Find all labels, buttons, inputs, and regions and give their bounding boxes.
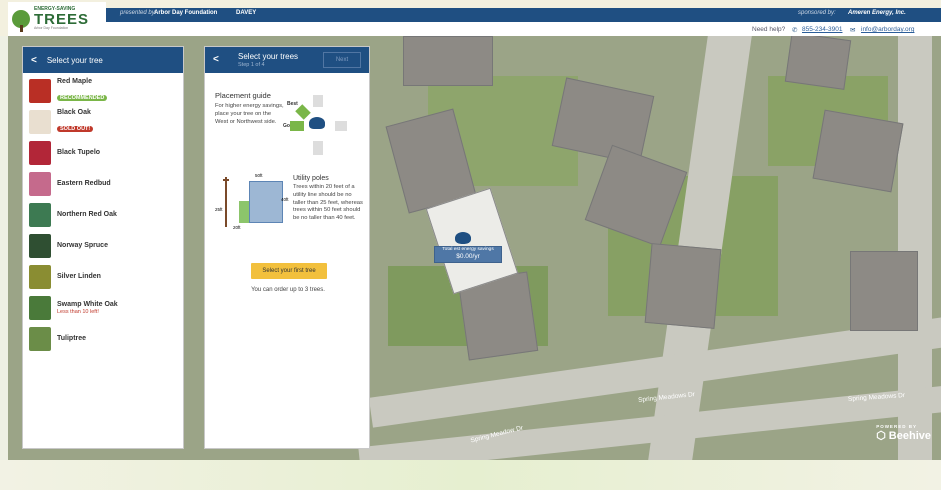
- arbor-day-link[interactable]: Arbor Day Foundation: [154, 10, 217, 16]
- tree-thumbnail: [29, 109, 51, 134]
- tree-thumbnail: [29, 295, 51, 320]
- large-tree-icon: [249, 181, 283, 223]
- tree-name: Swamp White Oak: [57, 300, 118, 308]
- beehive-brand[interactable]: POWERED BY ⬡ Beehive: [876, 424, 931, 442]
- tree-name: Norway Spruce: [57, 241, 108, 249]
- utility-diagram: 50ft 25ft 40ft 20ft: [215, 173, 289, 233]
- utility-text: Trees within 20 feet of a utility line s…: [293, 184, 363, 222]
- tree-item-tuliptree[interactable]: Tuliptree: [23, 323, 183, 354]
- tree-thumbnail: [29, 264, 51, 289]
- davey-link[interactable]: DAVEY: [236, 10, 256, 16]
- tree-name: Eastern Redbud: [57, 179, 111, 187]
- tree-logo-icon: [12, 10, 30, 32]
- tree-thumbnail: [29, 78, 51, 103]
- utility-pole-icon: [225, 177, 227, 227]
- best-label: Best: [287, 101, 298, 107]
- hexagon-icon: ⬡: [876, 430, 886, 442]
- tree-item-northern-red-oak[interactable]: Northern Red Oak: [23, 199, 183, 230]
- back-chevron-icon[interactable]: <: [213, 54, 219, 65]
- tree-item-black-tupelo[interactable]: Black Tupelo: [23, 137, 183, 168]
- tree-item-silver-linden[interactable]: Silver Linden: [23, 261, 183, 292]
- logo-title: TREES: [34, 11, 90, 29]
- savings-tooltip: Total est energy savings $0.00/yr: [434, 246, 502, 263]
- tree-thumbnail: [29, 171, 51, 196]
- help-bar: Need help? ✆ 855-234-3901 ✉ info@arborda…: [106, 22, 941, 36]
- dim-right: 40ft: [281, 197, 289, 202]
- phone-link[interactable]: 855-234-3901: [802, 26, 842, 33]
- presented-by-label: presented by:: [120, 10, 157, 16]
- tree-name: Tuliptree: [57, 334, 87, 342]
- panel-title: Select your tree: [46, 55, 103, 65]
- tree-name: Silver Linden: [57, 272, 101, 280]
- placement-compass: Best Good: [283, 93, 355, 161]
- tree-item-eastern-redbud[interactable]: Eastern Redbud: [23, 168, 183, 199]
- tree-item-norway-spruce[interactable]: Norway Spruce: [23, 230, 183, 261]
- tree-name: Black Oak: [57, 108, 91, 116]
- select-first-tree-button[interactable]: Select your first tree: [251, 263, 327, 279]
- email-link[interactable]: info@arborday.org: [861, 26, 914, 33]
- tree-thumbnail: [29, 233, 51, 258]
- arrow-east-icon: [335, 121, 347, 131]
- help-label: Need help?: [752, 26, 786, 33]
- utility-heading: Utility poles: [293, 175, 329, 182]
- step-indicator: Step 1 of 4: [238, 62, 265, 68]
- dim-top: 50ft: [255, 173, 263, 178]
- logo-tagline: Arbor Day Foundation: [34, 26, 69, 31]
- arrow-down-icon: [313, 141, 323, 155]
- tree-item-black-oak[interactable]: Black Oak SOLD OUT!: [23, 106, 183, 137]
- tree-thumbnail: [29, 202, 51, 227]
- email-icon: ✉: [850, 27, 856, 34]
- tree-thumbnail: [29, 326, 51, 351]
- partner-nav: presented by: Arbor Day Foundation DAVEY…: [106, 8, 941, 22]
- tree-name: Red Maple: [57, 77, 93, 85]
- tree-name: Northern Red Oak: [57, 210, 117, 218]
- selection-panel: < Select your trees Step 1 of 4 Next Pla…: [204, 46, 370, 449]
- footer-band: [0, 460, 941, 490]
- recommended-badge: RECOMMENDED: [57, 95, 108, 102]
- placement-heading: Placement guide: [215, 91, 271, 100]
- sold-out-badge: SOLD OUT!: [57, 126, 94, 133]
- tree-name: Black Tupelo: [57, 148, 101, 156]
- phone-icon: ✆: [792, 27, 798, 34]
- sponsored-by-label: sponsored by:: [798, 10, 836, 16]
- next-button[interactable]: Next: [323, 52, 361, 68]
- tree-marker-icon: [455, 232, 471, 244]
- order-limit-note: You can order up to 3 trees.: [251, 287, 325, 293]
- stock-warning: Less than 10 left!: [57, 309, 99, 316]
- tree-item-swamp-white-oak[interactable]: Swamp White Oak Less than 10 left!: [23, 292, 183, 323]
- arrow-up-icon: [313, 95, 323, 107]
- beehive-label: Beehive: [888, 429, 931, 442]
- panel-title: Select your trees: [238, 52, 299, 61]
- sponsor-link[interactable]: Ameren Energy, Inc.: [848, 10, 906, 16]
- back-chevron-icon[interactable]: <: [31, 55, 37, 66]
- arrow-west-icon: [290, 121, 304, 131]
- dim-bottom: 20ft: [233, 225, 241, 230]
- placement-text: For higher energy savings, place your tr…: [215, 103, 284, 125]
- tree-thumbnail: [29, 140, 51, 165]
- dim-left: 25ft: [215, 207, 223, 212]
- tree-item-red-maple[interactable]: Red Maple RECOMMENDED: [23, 75, 183, 106]
- savings-label: Total est energy savings: [442, 247, 494, 252]
- tree-list: Red Maple RECOMMENDED Black Oak SOLD OUT…: [23, 73, 183, 354]
- tree-selector-panel: < Select your tree Red Maple RECOMMENDED…: [22, 46, 184, 449]
- energy-saving-trees-logo[interactable]: ENERGY-SAVING TREES Arbor Day Foundation: [8, 2, 106, 36]
- savings-value: $0.00/yr: [456, 252, 480, 260]
- house-tree-icon: [309, 117, 325, 129]
